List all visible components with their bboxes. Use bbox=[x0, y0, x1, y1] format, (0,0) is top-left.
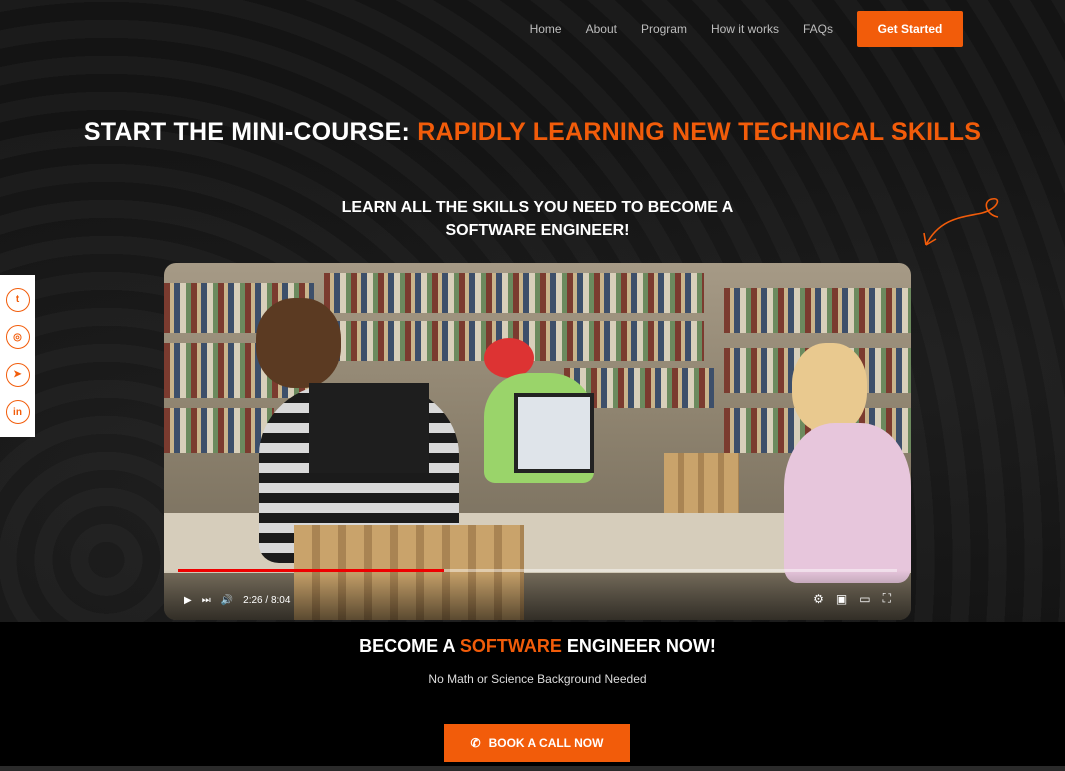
miniplayer-icon[interactable]: ▣ bbox=[836, 592, 847, 606]
bookshelf bbox=[164, 408, 274, 453]
volume-icon[interactable]: 🔊 bbox=[221, 595, 233, 606]
bookshelf bbox=[324, 273, 704, 313]
fullscreen-icon[interactable]: ⛶ bbox=[883, 591, 891, 606]
next-icon[interactable]: ⏭ bbox=[202, 595, 211, 606]
page-footer-strip bbox=[0, 766, 1065, 771]
bookshelf bbox=[724, 288, 911, 333]
nav-program[interactable]: Program bbox=[641, 22, 687, 36]
play-icon[interactable]: ▶ bbox=[184, 595, 192, 606]
twitter-icon[interactable]: t bbox=[5, 287, 30, 312]
student-head bbox=[256, 298, 341, 388]
computer-monitor bbox=[514, 393, 594, 473]
cta-subtitle: No Math or Science Background Needed bbox=[428, 672, 647, 686]
video-controls-right: ⚙ ▣ ▭ ⛶ bbox=[813, 591, 891, 606]
hero-subtitle: LEARN ALL THE SKILLS YOU NEED TO BECOME … bbox=[0, 196, 1065, 242]
cta-title-accent: SOFTWARE bbox=[459, 636, 562, 656]
instagram-icon[interactable]: ◎ bbox=[5, 325, 30, 350]
get-started-button[interactable]: Get Started bbox=[857, 11, 963, 47]
video-controls-left: ▶ ⏭ 🔊 2:26 / 8:04 bbox=[184, 595, 290, 606]
book-call-button[interactable]: ✆ BOOK A CALL NOW bbox=[444, 724, 630, 762]
curly-arrow-icon bbox=[923, 198, 999, 246]
main-nav: Home About Program How it works FAQs Get… bbox=[530, 11, 963, 47]
theater-icon[interactable]: ▭ bbox=[859, 592, 870, 606]
computer-monitor bbox=[309, 383, 429, 473]
social-bar: t ◎ ➤ in bbox=[0, 275, 35, 437]
red-cap bbox=[484, 338, 534, 378]
nav-faqs[interactable]: FAQs bbox=[803, 22, 833, 36]
video-progress-bar[interactable] bbox=[178, 569, 897, 572]
book-call-label: BOOK A CALL NOW bbox=[488, 736, 604, 750]
cta-title-part2: ENGINEER NOW! bbox=[561, 636, 716, 656]
video-player[interactable]: ▶ ⏭ 🔊 2:26 / 8:04 ⚙ ▣ ▭ ⛶ bbox=[164, 263, 911, 620]
page-title: START THE MINI-COURSE: RAPIDLY LEARNING … bbox=[0, 116, 1065, 149]
nav-how-it-works[interactable]: How it works bbox=[711, 22, 779, 36]
subtitle-line-2: SOFTWARE ENGINEER! bbox=[445, 222, 630, 239]
cta-title: BECOME A SOFTWARE ENGINEER NOW! bbox=[0, 636, 1065, 657]
nav-home[interactable]: Home bbox=[530, 22, 562, 36]
nav-about[interactable]: About bbox=[586, 22, 617, 36]
cta-title-part1: BECOME A bbox=[359, 636, 460, 656]
telegram-icon[interactable]: ➤ bbox=[5, 362, 30, 387]
title-accent-text: RAPIDLY LEARNING NEW TECHNICAL SKILLS bbox=[417, 118, 982, 146]
settings-icon[interactable]: ⚙ bbox=[813, 592, 824, 606]
title-accent: RAPIDLY LEARNING NEW TECHNICAL SKILLS bbox=[417, 118, 981, 146]
linkedin-icon[interactable]: in bbox=[5, 400, 30, 425]
video-time: 2:26 / 8:04 bbox=[243, 595, 291, 606]
title-text: START THE MINI-COURSE: bbox=[83, 118, 418, 146]
subtitle-line-1: LEARN ALL THE SKILLS YOU NEED TO BECOME … bbox=[341, 199, 734, 216]
phone-icon: ✆ bbox=[470, 736, 481, 750]
girl-head bbox=[792, 343, 867, 433]
video-progress-fill bbox=[178, 569, 445, 572]
wooden-chair bbox=[664, 453, 739, 513]
girl-shirt bbox=[784, 423, 911, 583]
